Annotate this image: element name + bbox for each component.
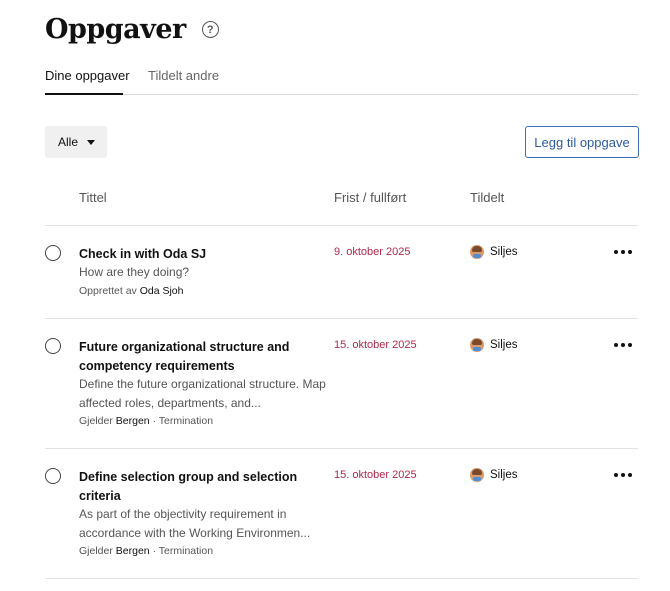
task-due-date: 9. oktober 2025 bbox=[334, 246, 411, 258]
task-complete-checkbox[interactable] bbox=[45, 338, 61, 354]
task-title[interactable]: Define selection group and selection cri… bbox=[79, 468, 309, 505]
task-assignee: Siljes bbox=[470, 338, 517, 352]
help-icon[interactable]: ? bbox=[201, 21, 219, 38]
avatar bbox=[470, 468, 484, 482]
task-row[interactable]: Define selection group and selection cri… bbox=[45, 468, 638, 579]
task-description: Define the future organizational structu… bbox=[79, 377, 326, 410]
assignee-name: Siljes bbox=[490, 246, 518, 258]
assignee-name: Siljes bbox=[490, 339, 518, 351]
add-task-button[interactable]: Legg til oppgave bbox=[525, 126, 639, 158]
page-title: Oppgaver bbox=[45, 14, 186, 45]
tab-tildelt-andre[interactable]: Tildelt andre bbox=[148, 68, 219, 83]
divider bbox=[45, 578, 638, 579]
task-assignee: Siljes bbox=[470, 245, 517, 259]
task-meta-prefix: Gjelder bbox=[79, 545, 113, 557]
task-meta: Gjelder Bergen · Termination bbox=[79, 545, 213, 557]
task-meta-category: · Termination bbox=[152, 415, 214, 427]
tab-dine-oppgaver[interactable]: Dine oppgaver bbox=[45, 68, 130, 83]
task-row[interactable]: Future organizational structure and comp… bbox=[45, 338, 638, 449]
more-options-icon[interactable] bbox=[614, 248, 632, 256]
task-meta: Opprettet av Oda Sjoh bbox=[79, 285, 183, 297]
tab-bar: Dine oppgaver Tildelt andre bbox=[45, 66, 638, 95]
filter-selected-value: Alle bbox=[58, 135, 79, 149]
page-header: Oppgaver ? bbox=[45, 14, 219, 45]
task-complete-checkbox[interactable] bbox=[45, 245, 61, 261]
task-meta-author: Oda Sjoh bbox=[139, 285, 184, 297]
task-title[interactable]: Check in with Oda SJ bbox=[79, 245, 309, 264]
divider bbox=[45, 225, 638, 226]
task-meta-category: · Termination bbox=[152, 545, 214, 557]
task-complete-checkbox[interactable] bbox=[45, 468, 61, 484]
more-options-icon[interactable] bbox=[614, 341, 632, 349]
task-assignee: Siljes bbox=[470, 468, 517, 482]
task-description: How are they doing? bbox=[79, 265, 190, 279]
task-meta-prefix: Opprettet av bbox=[79, 285, 137, 297]
column-header-due: Frist / fullført bbox=[334, 190, 407, 205]
task-meta: Gjelder Bergen · Termination bbox=[79, 415, 213, 427]
task-meta-prefix: Gjelder bbox=[79, 415, 113, 427]
column-header-assigned: Tildelt bbox=[470, 190, 505, 205]
task-meta-location: Bergen bbox=[115, 415, 150, 427]
filter-dropdown[interactable]: Alle bbox=[45, 126, 107, 158]
more-options-icon[interactable] bbox=[614, 471, 632, 479]
task-description: As part of the objectivity requirement i… bbox=[79, 507, 311, 540]
task-due-date: 15. oktober 2025 bbox=[334, 469, 417, 481]
column-header-title: Tittel bbox=[79, 190, 107, 205]
assignee-name: Siljes bbox=[490, 469, 518, 481]
task-title[interactable]: Future organizational structure and comp… bbox=[79, 338, 309, 375]
divider bbox=[45, 318, 638, 319]
task-row[interactable]: Check in with Oda SJ How are they doing?… bbox=[45, 245, 638, 319]
caret-down-icon bbox=[87, 140, 95, 145]
task-due-date: 15. oktober 2025 bbox=[334, 339, 417, 351]
active-tab-indicator bbox=[45, 93, 123, 95]
task-meta-location: Bergen bbox=[115, 545, 150, 557]
divider bbox=[45, 448, 638, 449]
avatar bbox=[470, 338, 484, 352]
avatar bbox=[470, 245, 484, 259]
